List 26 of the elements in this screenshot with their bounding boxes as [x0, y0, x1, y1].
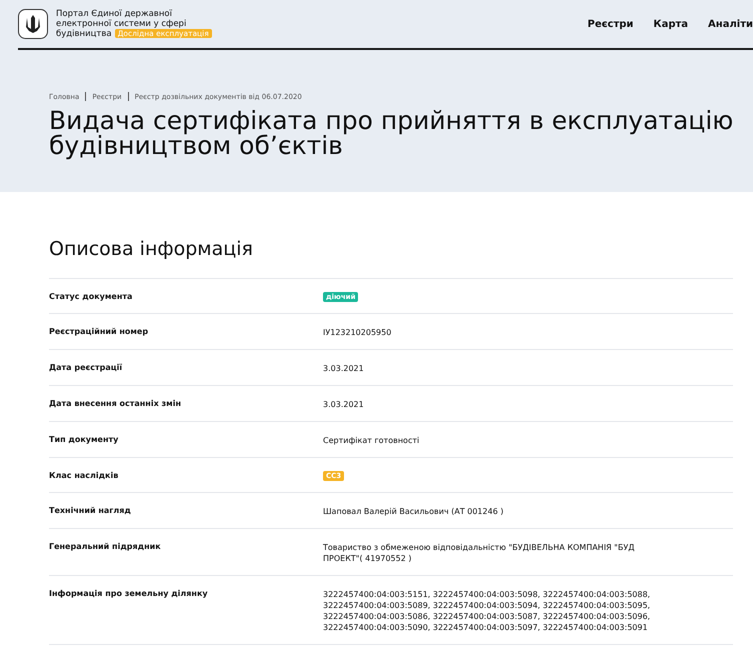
- field-label: Клас наслідків: [49, 471, 120, 480]
- field-label: Генеральний підрядник: [49, 542, 162, 551]
- field-label: Реєстраційний номер: [49, 327, 150, 336]
- field-value: 3.03.2021: [323, 399, 365, 410]
- field-label: Інформація про земельну ділянку: [49, 589, 209, 598]
- page-title: будівництвом об’єктів: [49, 133, 343, 158]
- portal-name: електронної системи у сфері: [56, 19, 188, 29]
- nav-link[interactable]: Карта: [653, 18, 688, 30]
- portal-name: Портал Єдиної державної: [56, 9, 173, 19]
- field-label: Технічний нагляд: [49, 506, 132, 515]
- field-label: Дата внесення останніх змін: [49, 399, 182, 408]
- page-title: Видача сертифіката про прийняття в експлуатацію: [49, 108, 734, 133]
- section-title: Описова інформація: [49, 238, 254, 260]
- field-label: Дата реєстрації: [49, 363, 124, 372]
- field-value: 3.03.2021: [323, 363, 365, 374]
- nav-link[interactable]: Реєстри: [587, 18, 634, 30]
- field-label: Статус документа: [49, 292, 134, 301]
- field-value: 3222457400:04:003:5151, 3222457400:04:003:5098, 3222457400:04:003:5088, 3222457400:04:003:5089, 3222457400:04:003:5094, 3222457400:04:003:5095, 3222457400:04:003:5086, 3222457400:04:003:5087, 3222457400:04:003:5096, 3222457400:04:003:5090, 3222457400:04:003:5097, 3222457400:04:003:5091: [323, 589, 652, 633]
- field-value: Шаповал Валерій Васильович (АТ 001246 ): [323, 506, 504, 517]
- portal-name: будівництва: [56, 29, 112, 39]
- nav-link[interactable]: Аналіти: [708, 18, 753, 30]
- trident-logo-icon: [18, 9, 48, 39]
- field-value: Сертифікат готовності: [323, 435, 420, 446]
- field-label: Тип документу: [49, 435, 120, 444]
- field-value: Товариство з обмеженою відповідальністю "БУДІВЕЛЬНА КОМПАНІЯ "БУД ПРОЕКТ"( 41970552 ): [323, 542, 636, 564]
- field-value: ІУ123210205950: [323, 327, 392, 338]
